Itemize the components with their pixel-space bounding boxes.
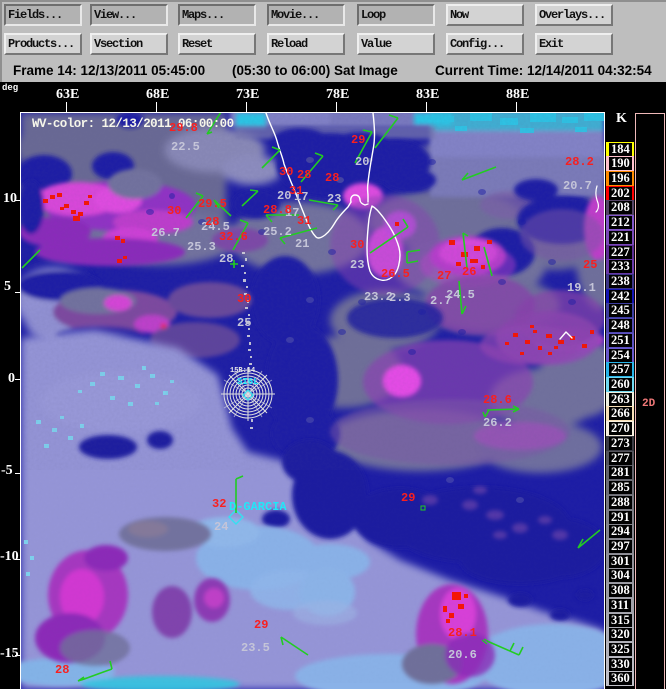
svg-text:23: 23 [327, 192, 341, 206]
svg-text:29.5: 29.5 [198, 197, 227, 211]
svg-text:19.1: 19.1 [567, 281, 596, 295]
svg-text:27: 27 [437, 269, 451, 283]
svg-text:20.7: 20.7 [563, 179, 592, 193]
svg-text:24: 24 [214, 520, 228, 534]
svg-text:29.8: 29.8 [169, 121, 198, 135]
svg-text:28: 28 [325, 171, 339, 185]
svg-text:32.6: 32.6 [219, 230, 248, 244]
svg-text:30: 30 [279, 165, 293, 179]
svg-text:28.1: 28.1 [448, 626, 477, 640]
svg-text:28.2: 28.2 [565, 155, 594, 169]
svg-text:20: 20 [355, 155, 369, 169]
svg-text:25.3: 25.3 [187, 240, 216, 254]
svg-text:23: 23 [350, 258, 364, 272]
svg-text:28: 28 [205, 215, 219, 229]
svg-text:31: 31 [297, 214, 311, 228]
svg-text:31: 31 [289, 184, 303, 198]
svg-text:28.6: 28.6 [483, 393, 512, 407]
svg-text:28: 28 [219, 252, 233, 266]
svg-text:26.7: 26.7 [151, 226, 180, 240]
svg-text:23.5: 23.5 [241, 641, 270, 655]
svg-text:25.2: 25.2 [263, 225, 292, 239]
svg-text:28: 28 [55, 663, 69, 677]
svg-text:30: 30 [237, 292, 251, 306]
svg-text:28.8: 28.8 [263, 203, 292, 217]
svg-text:21: 21 [295, 237, 309, 251]
svg-text:26.2: 26.2 [483, 416, 512, 430]
svg-text:25: 25 [583, 258, 597, 272]
svg-text:26: 26 [462, 265, 476, 279]
svg-text:32: 32 [212, 497, 226, 511]
svg-text:2.3: 2.3 [389, 291, 411, 305]
svg-text:29: 29 [254, 618, 268, 632]
svg-text:25: 25 [237, 316, 251, 330]
svg-text:WV-color: 12/13/2011 06:00:00: WV-color: 12/13/2011 06:00:00 [32, 117, 234, 131]
svg-text:22.5: 22.5 [171, 140, 200, 154]
svg-text:28: 28 [297, 168, 311, 182]
svg-text:30: 30 [350, 238, 364, 252]
svg-text:15R:14: 15R:14 [230, 367, 255, 375]
svg-text:24.5: 24.5 [446, 288, 475, 302]
svg-text:26.5: 26.5 [381, 267, 410, 281]
svg-text:30: 30 [167, 204, 181, 218]
svg-text:29: 29 [401, 491, 415, 505]
svg-text:29: 29 [351, 133, 365, 147]
svg-text:D-GARCIA: D-GARCIA [229, 500, 287, 514]
svg-text:SI6L: SI6L [237, 377, 259, 387]
svg-text:20.6: 20.6 [448, 648, 477, 662]
